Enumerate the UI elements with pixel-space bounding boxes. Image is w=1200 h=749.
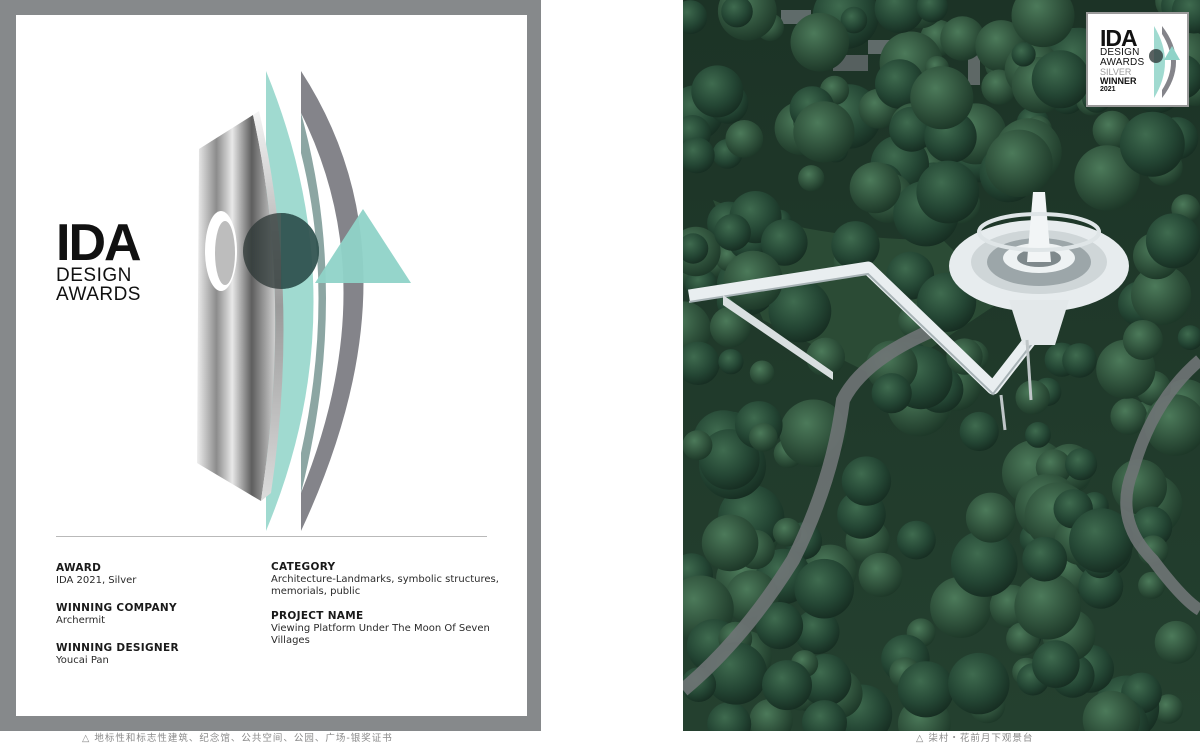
category-label: CATEGORY <box>271 561 336 573</box>
ida-logo: IDA DESIGN AWARDS <box>56 214 142 305</box>
tree <box>1015 380 1050 415</box>
aerial-render: IDA DESIGN AWARDS SILVER WINNER 2021 <box>683 0 1200 731</box>
caption-certificate: △ 地标性和标志性建筑、纪念馆、公共空间、公园、广场-银奖证书 <box>82 733 393 744</box>
tree <box>849 162 901 214</box>
tree <box>948 652 1010 715</box>
tree <box>1022 536 1068 582</box>
company-value: Archermit <box>56 615 106 626</box>
tree <box>718 349 744 375</box>
badge-winner-text: WINNER <box>1100 76 1137 86</box>
category-value: Architecture-Landmarks, symbolic structu… <box>271 574 499 597</box>
tree <box>1014 572 1081 640</box>
badge-year-text: 2021 <box>1100 86 1116 93</box>
tree <box>841 456 892 506</box>
fields-left: AWARD IDA 2021, Silver WINNING COMPANY A… <box>56 562 256 682</box>
tree <box>897 520 936 560</box>
tree <box>1122 320 1163 360</box>
tree <box>1011 42 1036 67</box>
tree <box>1154 620 1198 664</box>
designer-label: WINNING DESIGNER <box>56 642 179 654</box>
tree <box>790 12 850 72</box>
designer-value: Youcai Pan <box>56 655 109 666</box>
project-label: PROJECT NAME <box>271 610 364 622</box>
tree <box>1032 640 1080 688</box>
forest-scene <box>683 0 1200 731</box>
tree <box>725 119 764 158</box>
tree <box>1062 343 1097 378</box>
trophy-graphic <box>197 71 411 531</box>
category-field: CATEGORY Architecture-Landmarks, symboli… <box>271 561 501 598</box>
project-field: PROJECT NAME Viewing Platform Under The … <box>271 610 501 647</box>
tree <box>701 514 759 572</box>
award-label: AWARD <box>56 562 102 574</box>
tree <box>749 423 778 452</box>
tree <box>831 221 880 270</box>
tree <box>691 65 744 118</box>
tree <box>798 165 825 192</box>
tree <box>1025 422 1051 448</box>
logo-design-text: DESIGN <box>56 265 132 286</box>
tree <box>858 552 903 598</box>
tree <box>1119 111 1185 177</box>
company-label: WINNING COMPANY <box>56 602 177 614</box>
caption-render: △ 柒村・花前月下观景台 <box>916 733 1034 744</box>
tree <box>749 360 775 386</box>
certificate-frame: IDA DESIGN AWARDS AWARD IDA 2021, Silver… <box>0 0 541 731</box>
tree <box>794 558 854 619</box>
tree <box>871 373 912 414</box>
award-field: AWARD IDA 2021, Silver <box>56 562 256 587</box>
ida-winner-badge: IDA DESIGN AWARDS SILVER WINNER 2021 <box>1086 12 1189 107</box>
award-value: IDA 2021, Silver <box>56 575 137 586</box>
tree <box>959 411 999 452</box>
tree <box>683 430 713 461</box>
logo-awards-text: AWARDS <box>56 284 141 305</box>
tree <box>1145 213 1200 269</box>
tree <box>985 129 1053 197</box>
tree <box>1065 448 1098 481</box>
tree <box>965 492 1016 543</box>
metal-body <box>197 115 276 501</box>
company-field: WINNING COMPANY Archermit <box>56 602 256 627</box>
badge-ida-text: IDA <box>1100 25 1138 51</box>
divider <box>56 536 487 537</box>
fields-right: CATEGORY Architecture-Landmarks, symboli… <box>271 561 501 659</box>
logo-ida-text: IDA <box>56 214 142 272</box>
designer-field: WINNING DESIGNER Youcai Pan <box>56 642 256 667</box>
certificate: IDA DESIGN AWARDS AWARD IDA 2021, Silver… <box>16 15 527 716</box>
tree <box>714 214 751 251</box>
teal-triangle <box>315 209 411 283</box>
tree <box>910 66 974 130</box>
tree <box>916 160 980 224</box>
project-value: Viewing Platform Under The Moon Of Seven… <box>271 623 490 646</box>
tree <box>762 660 812 711</box>
tree <box>793 101 855 163</box>
tree <box>897 661 954 718</box>
tree <box>1031 50 1090 109</box>
